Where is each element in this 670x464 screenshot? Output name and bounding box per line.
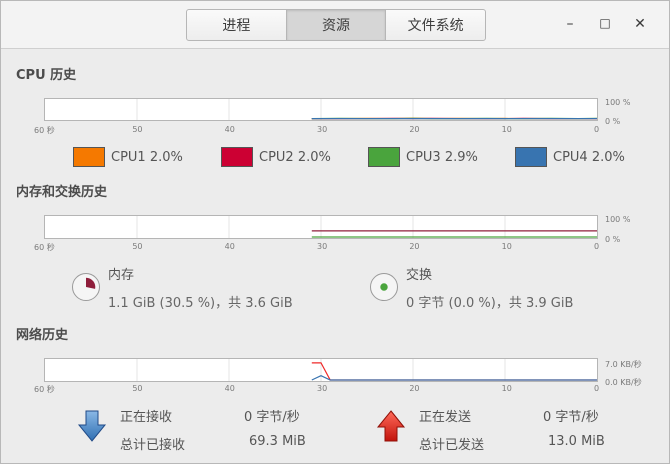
send-arrow-icon[interactable] <box>376 409 406 443</box>
cpu-graph-svg <box>136 99 598 120</box>
memory-x-tick: 40 <box>224 242 235 251</box>
cpu4-color-swatch[interactable] <box>515 147 547 167</box>
memory-x-tick: 60 秒 <box>34 243 55 252</box>
maximize-button[interactable]: □ <box>598 16 612 30</box>
sending-rate: 0 字节/秒 <box>543 410 599 425</box>
view-switcher: 进程 资源 文件系统 <box>186 9 486 41</box>
cpu2-color-swatch[interactable] <box>221 147 253 167</box>
cpu-x-tick: 0 <box>594 125 600 134</box>
network-x-tick: 10 <box>501 384 512 393</box>
total-sent-label: 总计已发送 <box>419 438 485 453</box>
memory-x-tick: 0 <box>594 242 600 251</box>
cpu-section-title: CPU 历史 <box>16 68 77 83</box>
memory-x-tick: 30 <box>317 242 328 251</box>
total-sent-value: 13.0 MiB <box>548 434 605 449</box>
network-graph-svg <box>136 359 597 381</box>
receive-arrow-icon[interactable] <box>77 409 107 443</box>
cpu-x-tick: 10 <box>501 125 512 134</box>
total-received-value: 69.3 MiB <box>249 434 306 449</box>
network-x-tick: 30 <box>317 384 328 393</box>
cpu3-label: CPU3 2.9% <box>406 149 478 165</box>
memory-x-tick: 10 <box>501 242 512 251</box>
cpu-x-tick: 40 <box>224 125 235 134</box>
memory-x-tick: 50 <box>132 242 143 251</box>
memory-y-tick-min: 0 % <box>605 235 621 244</box>
tab-resources[interactable]: 资源 <box>286 10 387 40</box>
memory-pie-icon[interactable] <box>72 273 100 301</box>
close-button[interactable]: ✕ <box>633 16 647 32</box>
swap-label: 交换 <box>406 268 433 283</box>
receiving-rate: 0 字节/秒 <box>244 410 300 425</box>
network-series-line <box>311 362 597 381</box>
network-x-tick: 60 秒 <box>34 385 55 394</box>
header-bar: 进程 资源 文件系统 – □ ✕ <box>1 1 669 49</box>
swap-value: 0 字节 (0.0 %)，共 3.9 GiB <box>406 296 574 311</box>
cpu-x-tick: 20 <box>409 125 420 134</box>
memory-section-title: 内存和交换历史 <box>16 185 108 200</box>
network-x-tick: 0 <box>594 384 600 393</box>
cpu-x-tick: 60 秒 <box>34 126 55 135</box>
network-series-line <box>311 375 597 381</box>
cpu-y-tick-min: 0 % <box>605 117 621 126</box>
cpu-graph <box>44 98 598 121</box>
legend-cpu3[interactable]: CPU3 2.9% <box>368 147 478 167</box>
legend-cpu1[interactable]: CPU1 2.0% <box>73 147 183 167</box>
receiving-label: 正在接收 <box>120 410 173 425</box>
tab-processes[interactable]: 进程 <box>187 10 287 40</box>
memory-x-tick: 20 <box>409 242 420 251</box>
swap-pie-icon[interactable] <box>370 273 398 301</box>
cpu1-label: CPU1 2.0% <box>111 149 183 165</box>
network-y-tick-max: 7.0 KB/秒 <box>605 360 642 369</box>
legend-cpu2[interactable]: CPU2 2.0% <box>221 147 331 167</box>
network-x-tick: 40 <box>224 384 235 393</box>
network-section-title: 网络历史 <box>16 328 69 343</box>
minimize-button[interactable]: – <box>563 16 577 32</box>
cpu3-color-swatch[interactable] <box>368 147 400 167</box>
legend-cpu4[interactable]: CPU4 2.0% <box>515 147 625 167</box>
cpu-x-tick: 30 <box>317 125 328 134</box>
memory-value: 1.1 GiB (30.5 %)，共 3.6 GiB <box>108 296 293 311</box>
network-x-tick: 20 <box>409 384 420 393</box>
total-received-label: 总计已接收 <box>120 438 186 453</box>
cpu4-label: CPU4 2.0% <box>553 149 625 165</box>
memory-graph <box>44 215 598 239</box>
cpu1-color-swatch[interactable] <box>73 147 105 167</box>
memory-graph-svg <box>136 216 597 238</box>
cpu2-label: CPU2 2.0% <box>259 149 331 165</box>
memory-label: 内存 <box>108 268 135 283</box>
memory-y-tick-max: 100 % <box>605 215 631 224</box>
sending-label: 正在发送 <box>419 410 472 425</box>
cpu-y-tick-max: 100 % <box>605 98 631 107</box>
network-graph <box>44 358 598 382</box>
network-x-tick: 50 <box>132 384 143 393</box>
network-y-tick-min: 0.0 KB/秒 <box>605 378 642 387</box>
tab-file-systems[interactable]: 文件系统 <box>386 10 485 40</box>
cpu-x-tick: 50 <box>132 125 143 134</box>
